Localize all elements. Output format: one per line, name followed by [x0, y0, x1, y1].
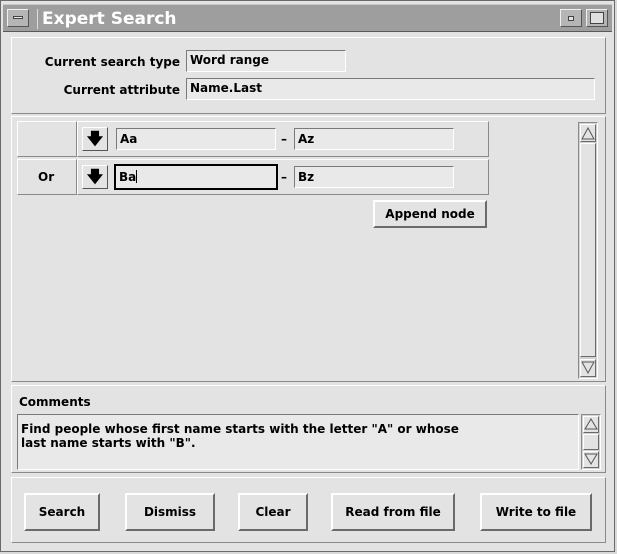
comments-text: Find people whose first name starts with…	[21, 422, 459, 450]
window-title: Expert Search	[37, 9, 181, 29]
node-area: 🡇 – Or 🡇 Ba – Append node	[11, 116, 606, 382]
search-info-panel: Current search type Word range Current a…	[11, 37, 606, 114]
comments-textarea[interactable]: Find people whose first name starts with…	[17, 414, 579, 470]
comments-panel: Comments Find people whose first name st…	[11, 385, 606, 473]
comments-scrollbar[interactable]	[581, 414, 601, 470]
text-caret	[136, 170, 138, 183]
node-from-input-focused[interactable]: Ba	[114, 164, 278, 190]
search-type-label: Current search type	[44, 55, 180, 69]
node-op-cell	[17, 121, 77, 157]
down-arrow-icon[interactable]: 🡇	[82, 127, 108, 151]
dismiss-button[interactable]: Dismiss	[125, 493, 215, 531]
scroll-down-icon[interactable]	[580, 359, 596, 377]
scroll-up-icon[interactable]	[580, 124, 596, 142]
clear-button[interactable]: Clear	[238, 493, 308, 531]
node-op-cell: Or	[17, 159, 77, 195]
scroll-down-icon[interactable]	[583, 451, 599, 468]
maximize-icon[interactable]	[586, 9, 608, 27]
expert-search-window: Expert Search Current search type Word r…	[0, 0, 615, 552]
node-operator: Or	[38, 170, 55, 184]
comments-label: Comments	[19, 395, 91, 409]
node-row: 🡇 Ba –	[77, 159, 489, 195]
append-node-button[interactable]: Append node	[373, 200, 487, 228]
search-button[interactable]: Search	[24, 493, 100, 531]
title-bar[interactable]: Expert Search	[3, 4, 612, 32]
node-from-input[interactable]	[116, 128, 276, 150]
scroll-up-icon[interactable]	[583, 416, 599, 433]
attribute-label: Current attribute	[63, 83, 180, 97]
node-to-input[interactable]	[294, 128, 454, 150]
down-arrow-icon[interactable]: 🡇	[82, 165, 108, 189]
range-dash: –	[281, 132, 287, 146]
node-scrollbar[interactable]	[578, 122, 598, 379]
scroll-thumb[interactable]	[580, 143, 596, 357]
minimize-icon[interactable]	[560, 9, 582, 27]
node-to-input[interactable]	[294, 166, 454, 188]
range-dash: –	[281, 170, 287, 184]
node-from-value: Ba	[119, 170, 137, 184]
attribute-field: Name.Last	[186, 78, 595, 100]
button-bar: Search Dismiss Clear Read from file Writ…	[11, 477, 606, 543]
scroll-thumb[interactable]	[583, 434, 599, 450]
node-row: 🡇 –	[77, 121, 489, 157]
read-from-file-button[interactable]: Read from file	[331, 493, 455, 531]
write-to-file-button[interactable]: Write to file	[480, 493, 592, 531]
window-menu-icon[interactable]	[7, 9, 29, 27]
search-type-field: Word range	[186, 50, 346, 72]
